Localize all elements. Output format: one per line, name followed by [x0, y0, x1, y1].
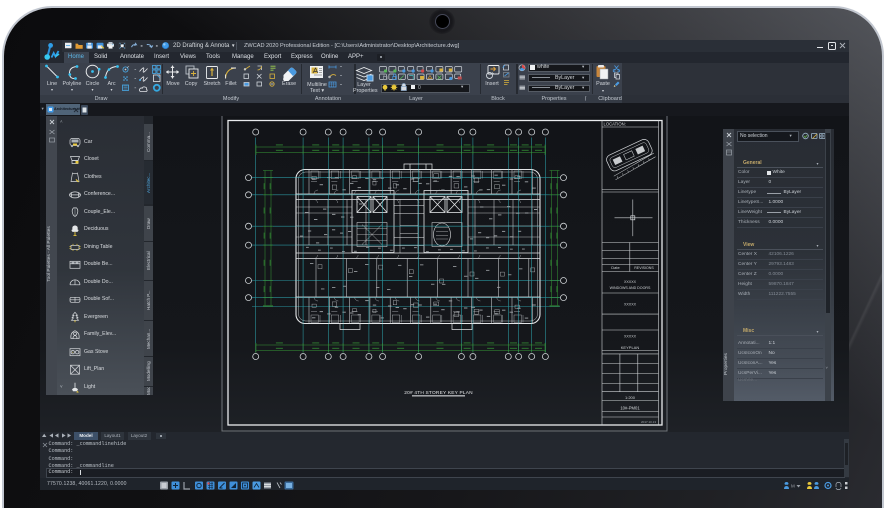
svg-text:Date: Date	[611, 264, 620, 269]
svg-text:XXXXX: XXXXX	[624, 334, 637, 338]
svg-text:WINDOWS AND DOORS: WINDOWS AND DOORS	[610, 286, 651, 290]
svg-text:M: M	[791, 483, 795, 488]
svg-text:10#-PM01: 10#-PM01	[620, 405, 640, 410]
svg-text:KEYPLAN: KEYPLAN	[621, 344, 640, 349]
svg-text:20# 4TH STOREY KEY PLAN: 20# 4TH STOREY KEY PLAN	[404, 389, 473, 395]
svg-text:XXXXX: XXXXX	[624, 302, 637, 306]
svg-text:2017.10.13: 2017.10.13	[641, 420, 656, 424]
svg-text:LOCATION:: LOCATION:	[604, 121, 626, 126]
svg-text:REVISIONS: REVISIONS	[634, 265, 654, 269]
svg-text:1:200: 1:200	[625, 395, 636, 400]
svg-text:XXXXX: XXXXX	[624, 280, 637, 284]
